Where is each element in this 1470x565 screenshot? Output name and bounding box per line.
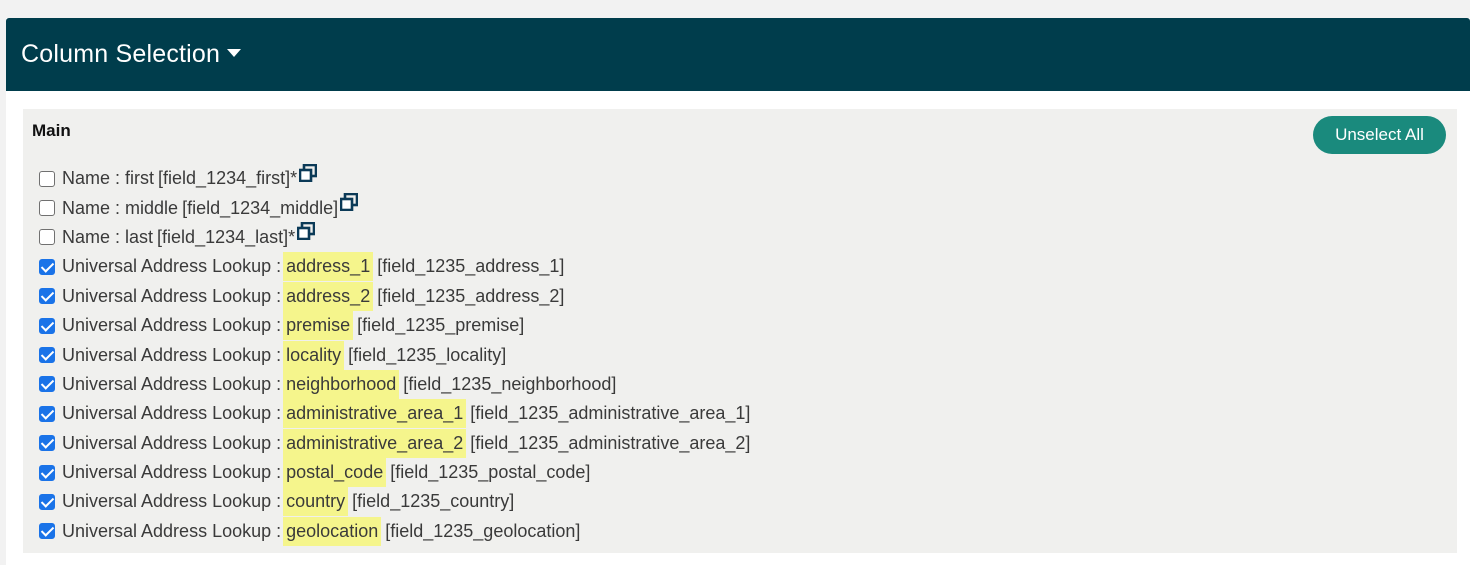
required-marker: * bbox=[290, 168, 298, 189]
column-row[interactable]: Name: last [field_1234_last] * bbox=[39, 222, 750, 252]
column-list: Name: first [field_1234_first] * Name: middle… bbox=[39, 163, 751, 546]
required-marker: * bbox=[288, 226, 296, 247]
column-group-label: Name bbox=[62, 168, 111, 189]
column-field-key: [field_1235_administrative_area_2] bbox=[470, 432, 751, 453]
unselect-all-button[interactable]: Unselect All bbox=[1313, 116, 1446, 154]
column-group-label: Universal Address Lookup bbox=[62, 462, 272, 483]
column-field-name: locality bbox=[283, 340, 345, 370]
column-checkbox[interactable] bbox=[39, 493, 55, 510]
column-group-label: Name bbox=[62, 197, 111, 218]
column-selection-header[interactable]: Column Selection bbox=[6, 18, 1470, 91]
separator: : bbox=[276, 373, 282, 394]
section-title: Main bbox=[32, 121, 71, 140]
column-field-name: postal_code bbox=[283, 458, 387, 488]
separator: : bbox=[276, 344, 282, 365]
column-row[interactable]: Universal Address Lookup: administrative_… bbox=[39, 428, 751, 458]
column-checkbox[interactable] bbox=[39, 317, 55, 334]
column-checkbox[interactable] bbox=[39, 523, 55, 540]
column-checkbox[interactable] bbox=[39, 229, 55, 246]
column-checkbox[interactable] bbox=[39, 347, 55, 364]
column-field-key: [field_1235_postal_code] bbox=[390, 462, 591, 483]
copy-icon[interactable] bbox=[296, 222, 316, 241]
column-field-name: last bbox=[125, 226, 154, 247]
column-checkbox[interactable] bbox=[39, 170, 55, 187]
column-group-label: Name bbox=[62, 226, 111, 247]
column-checkbox[interactable] bbox=[39, 435, 55, 452]
column-group-label: Universal Address Lookup bbox=[62, 491, 272, 512]
separator: : bbox=[276, 285, 282, 306]
column-row[interactable]: Name: first [field_1234_first] * bbox=[39, 163, 750, 193]
header-title[interactable]: Column Selection bbox=[21, 40, 220, 69]
column-row[interactable]: Universal Address Lookup: neighborhood [fi… bbox=[39, 369, 750, 399]
copy-icon[interactable] bbox=[339, 192, 359, 212]
column-field-name: neighborhood bbox=[283, 369, 400, 399]
separator: : bbox=[276, 462, 282, 483]
separator: : bbox=[276, 491, 282, 512]
separator: : bbox=[276, 256, 282, 277]
separator: : bbox=[276, 315, 282, 336]
column-checkbox[interactable] bbox=[39, 376, 55, 393]
column-row[interactable]: Universal Address Lookup: administrative_… bbox=[39, 399, 751, 429]
column-checkbox[interactable] bbox=[39, 258, 55, 275]
column-field-key: [field_1235_locality] bbox=[348, 344, 507, 365]
column-field-name: first bbox=[125, 168, 155, 189]
separator: : bbox=[276, 432, 282, 453]
main-section-panel: Main Unselect All Name: first [field_1234_… bbox=[23, 109, 1457, 553]
column-checkbox[interactable] bbox=[39, 405, 55, 422]
column-checkbox[interactable] bbox=[39, 200, 55, 217]
column-row[interactable]: Universal Address Lookup: address_2 [field… bbox=[39, 281, 750, 311]
column-row[interactable]: Universal Address Lookup: premise [field_1… bbox=[39, 311, 750, 341]
column-field-name: country bbox=[283, 487, 349, 517]
column-field-key: [field_1235_neighborhood] bbox=[403, 373, 617, 394]
column-field-key: [field_1234_first] bbox=[158, 168, 291, 189]
column-checkbox[interactable] bbox=[39, 464, 55, 481]
caret-down-icon[interactable] bbox=[227, 48, 242, 57]
column-field-name: middle bbox=[125, 197, 179, 218]
column-field-name: premise bbox=[283, 311, 354, 341]
column-field-key: [field_1235_country] bbox=[352, 491, 515, 512]
column-group-label: Universal Address Lookup bbox=[62, 256, 272, 277]
column-group-label: Universal Address Lookup bbox=[62, 373, 272, 394]
column-group-label: Universal Address Lookup bbox=[62, 315, 272, 336]
column-selection-page: Column Selection Main Unselect All Name:… bbox=[6, 18, 1470, 565]
column-field-key: [field_1235_geolocation] bbox=[385, 520, 581, 541]
column-field-key: [field_1235_address_2] bbox=[377, 285, 565, 306]
column-group-label: Universal Address Lookup bbox=[62, 432, 272, 453]
column-field-key: [field_1234_middle] bbox=[182, 197, 339, 218]
column-row[interactable]: Universal Address Lookup: geolocation [fie… bbox=[39, 516, 750, 546]
separator: : bbox=[276, 403, 282, 424]
separator: : bbox=[115, 226, 121, 247]
column-group-label: Universal Address Lookup bbox=[62, 520, 272, 541]
column-row[interactable]: Universal Address Lookup: country [field_1… bbox=[39, 487, 750, 517]
column-row[interactable]: Universal Address Lookup: address_1 [field… bbox=[39, 252, 750, 282]
column-field-key: [field_1235_premise] bbox=[357, 315, 525, 336]
column-group-label: Universal Address Lookup bbox=[62, 403, 272, 424]
separator: : bbox=[115, 197, 121, 218]
column-group-label: Universal Address Lookup bbox=[62, 344, 272, 365]
column-field-name: administrative_area_1 bbox=[283, 399, 467, 429]
column-field-key: [field_1235_administrative_area_1] bbox=[470, 403, 751, 424]
column-field-name: geolocation bbox=[283, 516, 382, 546]
column-group-label: Universal Address Lookup bbox=[62, 285, 272, 306]
column-row[interactable]: Universal Address Lookup: locality [field_… bbox=[39, 340, 750, 370]
column-field-name: administrative_area_2 bbox=[283, 428, 467, 458]
column-row[interactable]: Name: middle [field_1234_middle] bbox=[39, 192, 750, 222]
column-field-key: [field_1235_address_1] bbox=[377, 256, 565, 277]
separator: : bbox=[276, 520, 282, 541]
column-row[interactable]: Universal Address Lookup: postal_code [fie… bbox=[39, 458, 750, 488]
column-field-key: [field_1234_last] bbox=[157, 226, 289, 247]
copy-icon[interactable] bbox=[298, 163, 318, 182]
separator: : bbox=[115, 168, 121, 189]
column-checkbox[interactable] bbox=[39, 288, 55, 305]
column-field-name: address_1 bbox=[283, 252, 374, 282]
column-field-name: address_2 bbox=[283, 281, 374, 311]
